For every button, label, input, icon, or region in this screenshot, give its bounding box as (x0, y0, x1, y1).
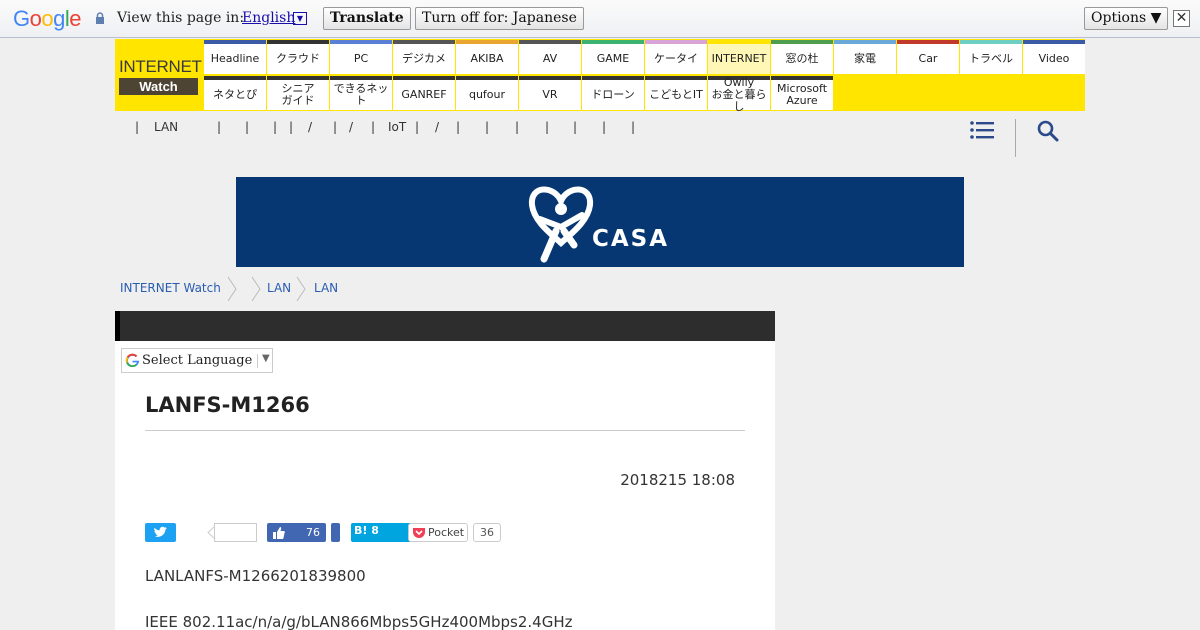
breadcrumb-item[interactable]: LAN (267, 281, 291, 295)
facebook-count: 76 (306, 526, 320, 539)
menu-icon[interactable] (970, 120, 994, 140)
title-divider (145, 430, 745, 431)
banner-brand: CASA (592, 226, 670, 252)
turn-off-button[interactable]: Turn off for: Japanese (415, 7, 584, 30)
subnav-item[interactable]: / (435, 120, 439, 134)
subnav-item[interactable]: / (349, 120, 353, 134)
nav-primary-item[interactable]: PC (330, 40, 392, 74)
google-logo: Google (13, 6, 82, 31)
facebook-like-button[interactable]: 76 (267, 523, 326, 542)
subnav-separator: | (135, 120, 140, 134)
breadcrumb-separator-icon (227, 276, 237, 302)
nav-secondary-item[interactable]: qufour (456, 76, 518, 110)
subnav-separator: | (289, 120, 294, 134)
options-button[interactable]: Options ▼ (1084, 7, 1169, 30)
nav-primary-item[interactable]: 家電 (834, 40, 896, 74)
logo-text-top: INTERNET (119, 57, 202, 76)
subnav-separator: | (545, 120, 550, 134)
casa-logo-icon (528, 186, 594, 263)
subnav-separator: | (485, 120, 490, 134)
subnav-separator: | (573, 120, 578, 134)
nav-secondary-item[interactable]: Microsoft Azure (771, 76, 833, 110)
translate-button[interactable]: Translate (323, 7, 411, 30)
subnav-item[interactable]: LAN (154, 120, 178, 134)
nav-secondary-item[interactable]: こどもとIT (645, 76, 707, 110)
pocket-count: 36 (473, 523, 501, 542)
lock-icon (96, 12, 104, 24)
subnav-item[interactable]: / (308, 120, 312, 134)
language-select[interactable]: Select Language ▼ (121, 348, 273, 373)
article-date: 2018215 18:08 (620, 471, 735, 489)
pocket-button[interactable]: Pocket (408, 523, 468, 542)
article: Select Language ▼ LANFS-M1266 2018215 18… (115, 311, 775, 630)
tweet-count (214, 523, 257, 542)
nav-secondary-item[interactable]: ドローン (582, 76, 644, 110)
nav-primary-item[interactable]: GAME (582, 40, 644, 74)
site-logo[interactable]: INTERNET Watch (119, 57, 202, 96)
select-divider (257, 354, 258, 368)
nav-primary-item[interactable]: INTERNET (708, 40, 770, 74)
translate-bar: Google View this page in: English ▼ Tran… (0, 0, 1200, 38)
close-icon[interactable]: ✕ (1173, 10, 1190, 27)
subnav-separator: | (245, 120, 250, 134)
translate-prompt: View this page in: (117, 10, 245, 26)
hatena-label: B! 8 (354, 524, 379, 537)
nav-primary-item[interactable]: AV (519, 40, 581, 74)
pocket-label: Pocket (428, 526, 465, 539)
thumbs-up-icon (273, 527, 285, 539)
twitter-icon (154, 526, 167, 537)
subnav-separator: | (456, 120, 461, 134)
article-paragraph: LANLANFS-M1266201839800 (145, 567, 366, 585)
nav-secondary-item[interactable]: Owlly お金と暮らし (708, 76, 770, 113)
subnav-separator: | (217, 120, 222, 134)
search-icon[interactable] (1036, 119, 1060, 143)
article-paragraph: IEEE 802.11ac/n/a/g/bLAN866Mbps5GHz400Mb… (145, 613, 573, 630)
subnav-separator: | (515, 120, 520, 134)
nav-secondary-item[interactable]: シニア ガイド (267, 76, 329, 110)
nav-primary-item[interactable]: クラウド (267, 40, 329, 74)
nav-primary-item[interactable]: ケータイ (645, 40, 707, 74)
nav-secondary-item[interactable]: VR (519, 76, 581, 110)
header-divider (1015, 119, 1016, 157)
subnav-separator: | (415, 120, 420, 134)
global-nav-primary: Headline クラウド PC デジカメ AKIBA AV GAME ケータイ INTERNE… (204, 40, 1086, 74)
nav-primary-item[interactable]: Headline (204, 40, 266, 74)
subnav-separator: | (273, 120, 278, 134)
subnav-separator: | (602, 120, 607, 134)
nav-secondary-item[interactable]: できるネット (330, 76, 392, 110)
article-title: LANFS-M1266 (145, 393, 310, 417)
article-header-bar (115, 311, 775, 341)
breadcrumb-separator-icon (296, 276, 306, 302)
target-language-link[interactable]: English (242, 10, 295, 26)
breadcrumb-separator-icon (251, 276, 261, 302)
language-dropdown-icon[interactable]: ▼ (293, 12, 307, 25)
pocket-icon (413, 528, 425, 538)
twitter-share-button[interactable] (145, 523, 176, 542)
ad-banner[interactable]: CASA (236, 177, 964, 267)
chevron-down-icon: ▼ (262, 353, 270, 364)
breadcrumb-home[interactable]: INTERNET Watch (120, 281, 221, 295)
breadcrumb-item[interactable]: LAN (314, 281, 338, 295)
facebook-share-button[interactable] (331, 523, 340, 542)
nav-primary-item[interactable]: トラベル (960, 40, 1022, 74)
nav-primary-item[interactable]: 窓の杜 (771, 40, 833, 74)
language-select-label: Select Language (142, 353, 253, 368)
subnav-separator: | (333, 120, 338, 134)
nav-secondary-item[interactable]: GANREF (393, 76, 455, 110)
logo-text-bottom: Watch (119, 78, 198, 95)
google-g-icon (125, 353, 140, 368)
nav-secondary-item[interactable]: ネタとぴ (204, 76, 266, 110)
subnav-separator: | (631, 120, 636, 134)
global-nav-secondary: ネタとぴ シニア ガイド できるネット GANREF qufour VR ドローン こどもとI… (204, 76, 834, 113)
nav-primary-item[interactable]: デジカメ (393, 40, 455, 74)
nav-primary-item[interactable]: AKIBA (456, 40, 518, 74)
subnav-item[interactable]: IoT (388, 120, 406, 134)
nav-primary-item[interactable]: Car (897, 40, 959, 74)
subnav-separator: | (371, 120, 376, 134)
nav-primary-item[interactable]: Video (1023, 40, 1085, 74)
